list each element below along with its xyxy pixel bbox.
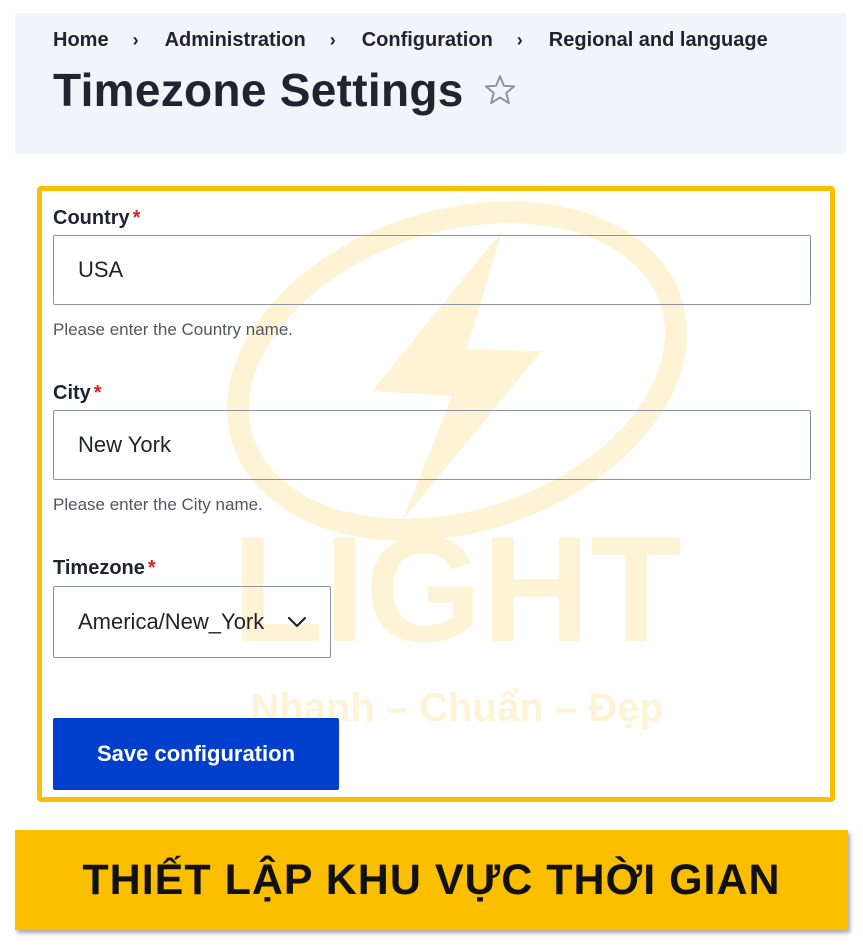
caption-banner: THIẾT LẬP KHU VỰC THỜI GIAN <box>15 830 848 930</box>
country-label: Country * <box>53 207 140 230</box>
timezone-select[interactable]: America/New_York <box>53 586 331 658</box>
breadcrumb-separator: › <box>516 30 523 50</box>
country-label-text: Country <box>53 207 130 229</box>
timezone-selected-value: America/New_York <box>78 609 265 634</box>
banner-text: THIẾT LẬP KHU VỰC THỜI GIAN <box>82 855 781 904</box>
breadcrumb-home[interactable]: Home <box>53 29 109 52</box>
city-help: Please enter the City name. <box>53 495 263 514</box>
country-input[interactable] <box>53 235 811 305</box>
country-help: Please enter the Country name. <box>53 320 294 339</box>
breadcrumb-administration[interactable]: Administration <box>165 29 306 52</box>
breadcrumb-regional-language[interactable]: Regional and language <box>549 29 768 52</box>
breadcrumb-separator: › <box>329 30 336 50</box>
city-label-text: City <box>53 382 91 404</box>
required-mark: * <box>147 557 156 579</box>
page-title: Timezone Settings <box>53 64 464 116</box>
city-label: City * <box>53 382 102 405</box>
save-configuration-button[interactable]: Save configuration <box>53 718 339 790</box>
breadcrumb: Home › Administration › Configuration › … <box>53 29 768 52</box>
city-input[interactable] <box>53 410 811 480</box>
star-outline-icon[interactable] <box>482 72 518 108</box>
page-title-row: Timezone Settings <box>53 63 518 117</box>
timezone-label: Timezone * <box>53 557 156 580</box>
required-mark: * <box>93 382 102 404</box>
breadcrumb-separator: › <box>132 30 139 50</box>
page-header: Home › Administration › Configuration › … <box>15 13 846 154</box>
timezone-form: LIGHT Nhanh – Chuẩn – Đẹp Country* Pleas… <box>37 186 835 802</box>
required-mark: * <box>132 207 141 229</box>
timezone-label-text: Timezone <box>53 557 145 579</box>
chevron-down-icon <box>287 616 307 628</box>
breadcrumb-configuration[interactable]: Configuration <box>362 29 493 52</box>
